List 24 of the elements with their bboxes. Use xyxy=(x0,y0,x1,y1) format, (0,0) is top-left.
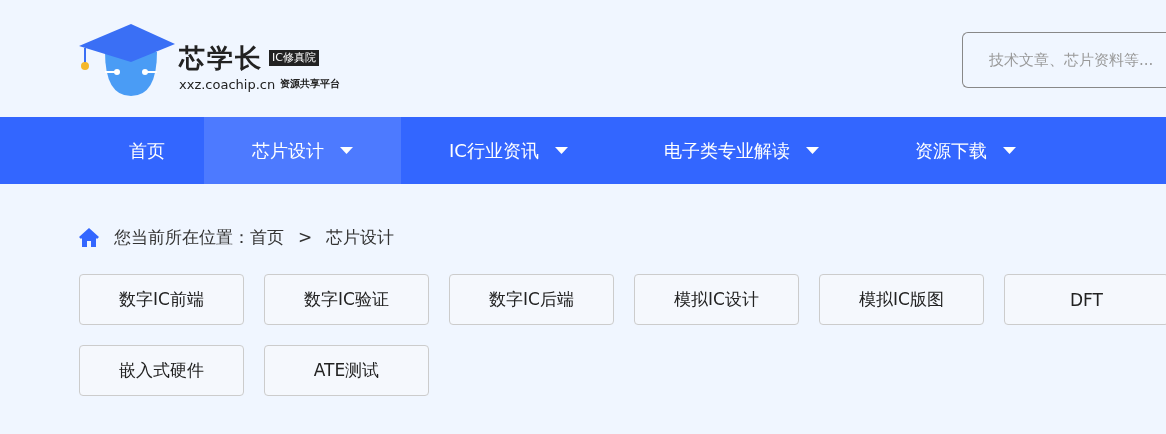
breadcrumb-separator: > xyxy=(298,227,313,247)
search-field[interactable]: 技术文章、芯片资料等... xyxy=(962,31,1166,88)
home-icon xyxy=(79,227,99,247)
breadcrumb-label: 您当前所在位置： xyxy=(114,225,250,249)
nav-item[interactable]: 资源下载 xyxy=(866,117,1064,184)
logo-icon xyxy=(79,21,175,96)
category-button[interactable]: ATE测试 xyxy=(264,345,429,396)
logo-name: 芯学长 xyxy=(179,42,263,73)
category-button[interactable]: 数字IC验证 xyxy=(264,274,429,325)
breadcrumb-link[interactable]: 首页 xyxy=(250,225,284,249)
category-button[interactable]: 嵌入式硬件 xyxy=(79,345,244,396)
category-button[interactable]: 数字IC后端 xyxy=(449,274,614,325)
logo-badge: IC修真院 xyxy=(269,49,319,66)
nav-item[interactable]: 电子类专业解读 xyxy=(615,117,867,184)
category-button[interactable]: 模拟IC版图 xyxy=(819,274,984,325)
site-domain: xxz.coachip.cn xyxy=(179,76,276,92)
nav-item[interactable]: IC行业资讯 xyxy=(401,117,616,184)
category-button[interactable]: 数字IC前端 xyxy=(79,274,244,325)
nav-item[interactable]: 芯片设计 xyxy=(204,117,401,184)
nav-item[interactable]: 首页 xyxy=(90,117,204,184)
category-button[interactable]: DFT xyxy=(1004,274,1166,325)
site-slogan: 资源共享平台 xyxy=(280,77,341,91)
category-button[interactable]: 模拟IC设计 xyxy=(634,274,799,325)
breadcrumb-link[interactable]: 芯片设计 xyxy=(326,225,395,249)
